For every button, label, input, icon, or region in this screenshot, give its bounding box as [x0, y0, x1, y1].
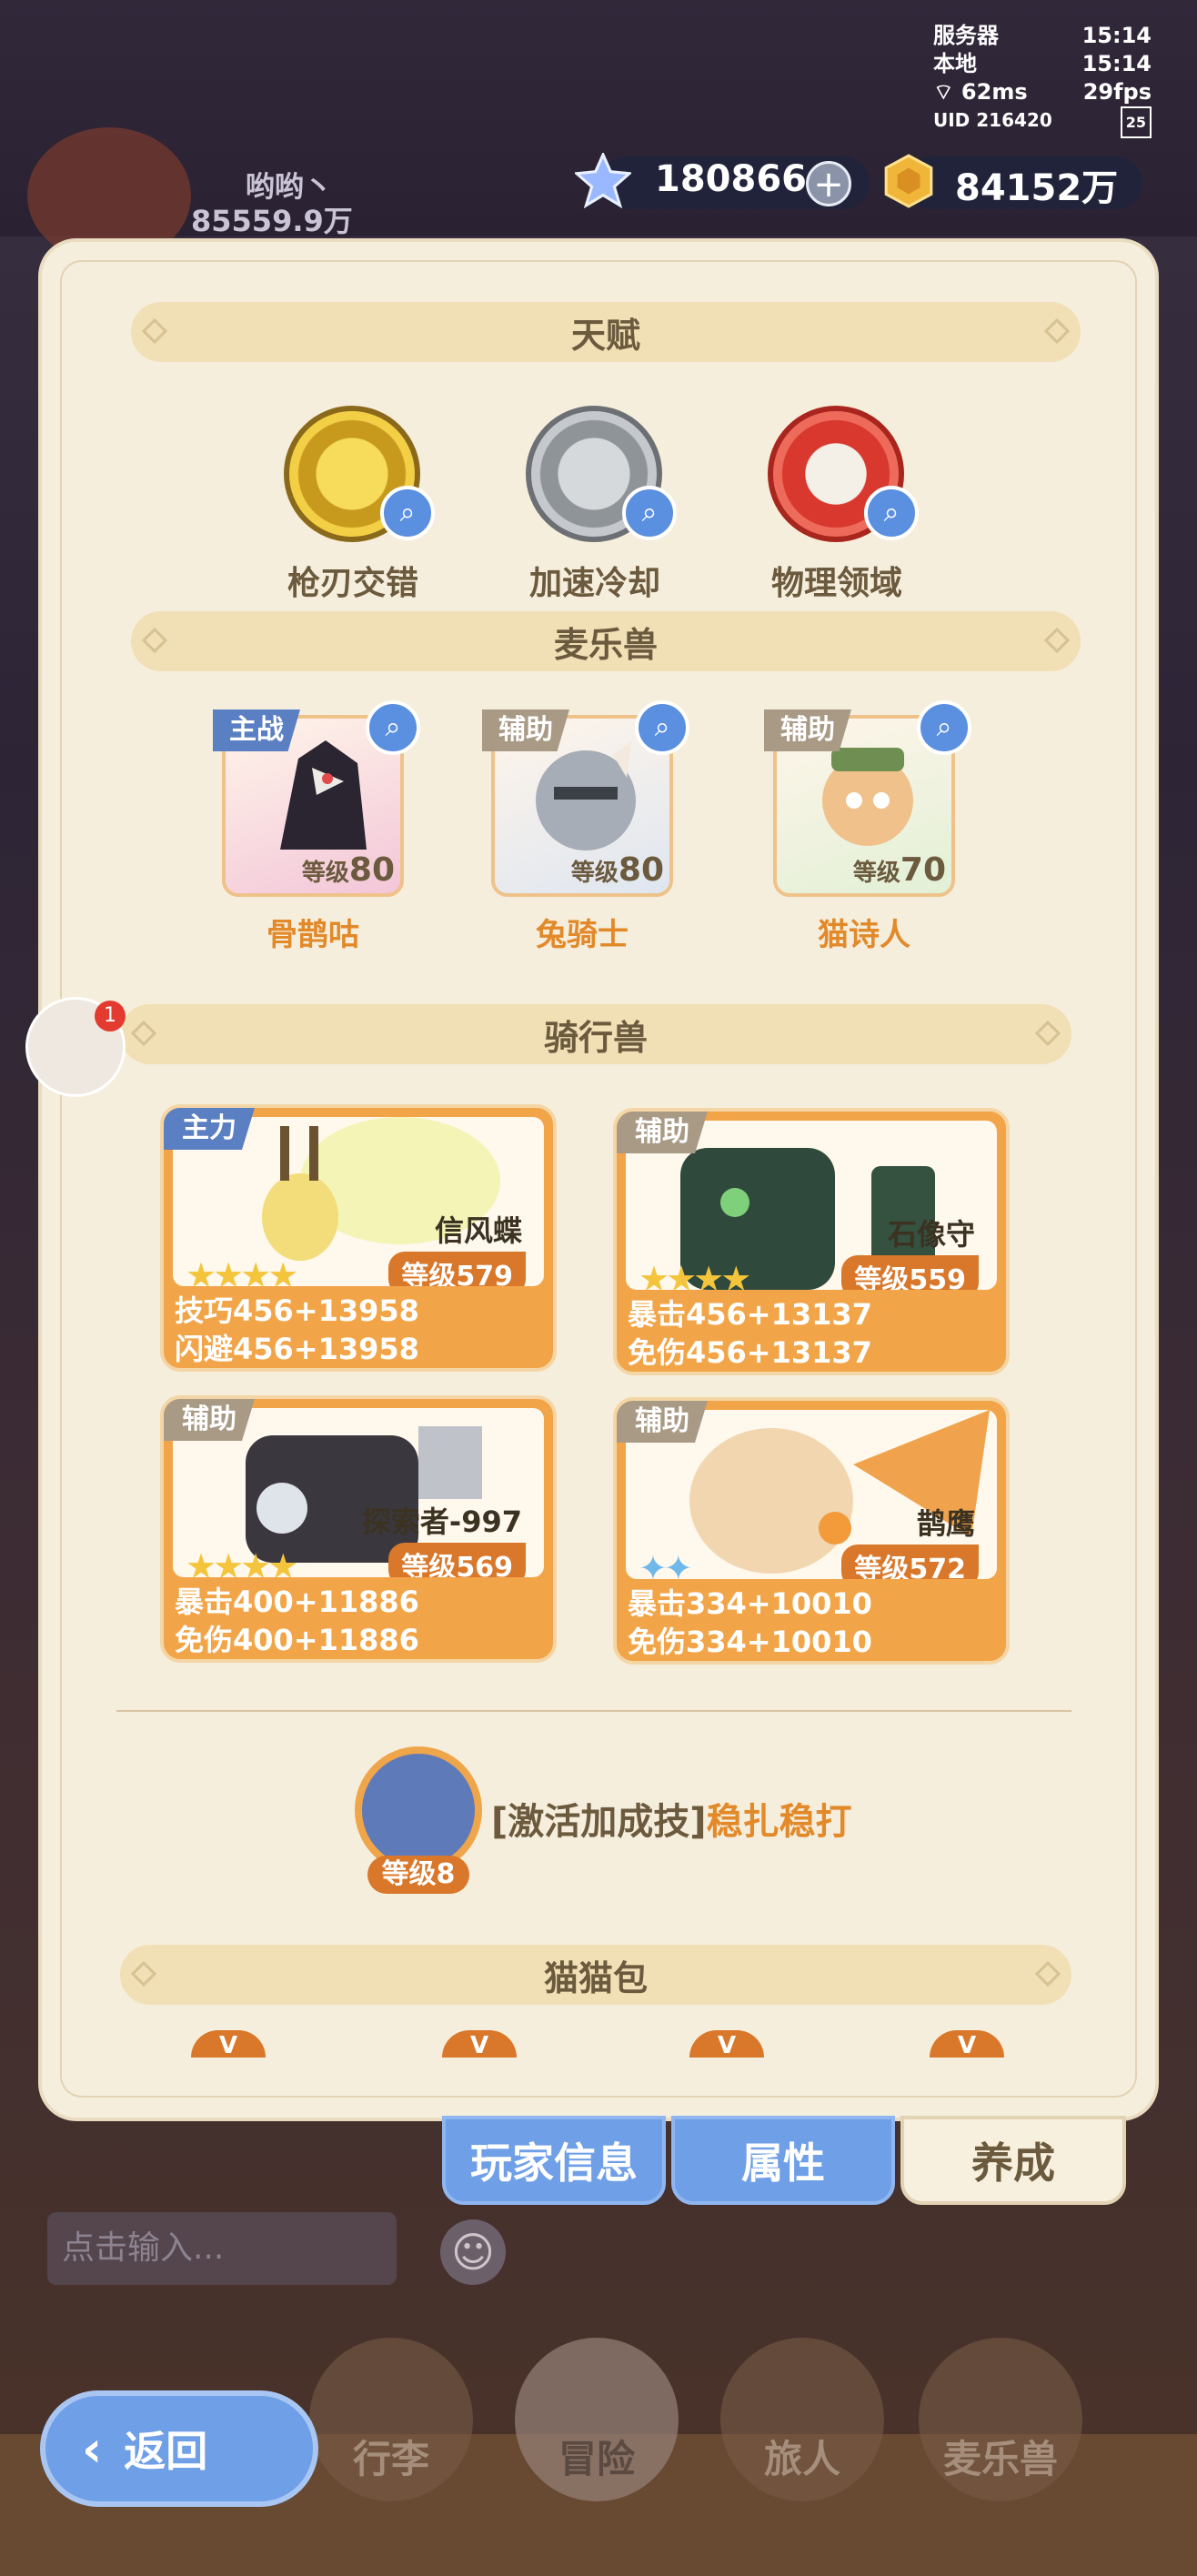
pet-inspect-icon[interactable]: ⌕ — [366, 700, 420, 755]
local-time: 15:14 — [1081, 51, 1152, 76]
talent-inspect-icon[interactable]: ⌕ — [622, 486, 677, 540]
ping-readout: ⌔ 62ms — [933, 79, 1028, 105]
emoji-icon[interactable]: ☺ — [440, 2219, 506, 2285]
diamond-ornament-icon — [141, 317, 168, 345]
diamond-ornament-icon — [1034, 1020, 1061, 1047]
pet-level: 等级70 — [852, 851, 946, 889]
pet-level: 等级80 — [301, 851, 395, 889]
mount-stats: 技巧456+13958 闪避456+13958 — [175, 1292, 419, 1368]
mount-role-tag: 辅助 — [164, 1399, 255, 1441]
mount-stat: 闪避456+13958 — [175, 1332, 419, 1366]
diamond-ornament-icon — [1043, 627, 1071, 654]
pet-level: 等级80 — [570, 851, 664, 889]
status-panel: 服务器 15:14 本地 15:14 ⌔ 62ms 29fps UID 216420 2… — [933, 22, 1152, 138]
section-header-talent: 天赋 — [131, 302, 1081, 362]
uid-readout: UID 216420 — [933, 109, 1052, 131]
nav-inventory-label[interactable]: 行李 — [300, 2429, 482, 2484]
gold-coin-icon — [884, 154, 933, 208]
pet-name: 骨鹊咕 — [267, 917, 359, 953]
pet-inspect-icon[interactable]: ⌕ — [635, 700, 689, 755]
add-gems-button[interactable]: + — [806, 161, 851, 206]
mount-stats: 暴击400+11886 免伤400+11886 — [175, 1583, 419, 1659]
mount-card[interactable]: 信风蝶 等级579 ★★★★ 技巧456+13958 闪避456+13958 主力 — [160, 1104, 557, 1372]
star-rating-icon: ★★★★ — [186, 1255, 298, 1286]
mount-role-tag: 辅助 — [617, 1112, 708, 1153]
pet-portrait-icon — [536, 741, 636, 850]
divider — [116, 1710, 1071, 1712]
pet-inspect-icon[interactable]: ⌕ — [917, 700, 971, 755]
mount-stats: 暴击334+10010 免伤334+10010 — [628, 1585, 872, 1661]
diamond-ornament-icon — [130, 1960, 157, 1987]
back-arrow-icon: ‹ — [82, 2420, 103, 2478]
tab-cultivate[interactable]: 养成 — [900, 2116, 1126, 2205]
skill-avatar[interactable] — [355, 1746, 482, 1874]
mount-role-tag: 辅助 — [617, 1401, 708, 1443]
mount-card[interactable]: 探索者-997 等级569 ★★★★ 暴击400+11886 免伤400+1188… — [160, 1395, 557, 1663]
pet-portrait-icon — [822, 748, 913, 846]
mount-stat: 免伤334+10010 — [628, 1625, 872, 1659]
mount-name: 鹊鹰 — [916, 1506, 975, 1541]
mount-stat: 技巧456+13958 — [175, 1293, 419, 1328]
notification-badge: 1 — [95, 1001, 126, 1031]
diamond-ornament-icon — [1043, 317, 1071, 345]
fps-readout: 29fps — [1082, 79, 1152, 105]
mount-name: 信风蝶 — [434, 1213, 522, 1248]
talent-label: 加速冷却 — [528, 565, 660, 602]
mount-stat: 免伤400+11886 — [175, 1623, 419, 1657]
diamond-ornament-icon — [130, 1020, 157, 1047]
mount-role-tag: 主力 — [164, 1108, 255, 1150]
player-power: 85559.9万 — [191, 204, 353, 238]
local-label: 本地 — [933, 51, 977, 76]
back-label: 返回 — [124, 2427, 208, 2476]
gold-count: 84152万 — [955, 167, 1119, 209]
nav-travelers-label[interactable]: 旅人 — [711, 2429, 893, 2484]
star-rating-icon: ✦✦ — [639, 1548, 693, 1579]
back-button[interactable]: ‹ 返回 — [40, 2390, 318, 2507]
pet-role-tag: 主战 — [213, 709, 300, 751]
nav-pets-label[interactable]: 麦乐兽 — [910, 2429, 1091, 2484]
mount-level: 等级579 — [388, 1252, 526, 1286]
talent-inspect-icon[interactable]: ⌕ — [864, 486, 919, 540]
pet-role-tag: 辅助 — [764, 709, 851, 751]
mount-stat: 暴击400+11886 — [175, 1585, 419, 1619]
pet-name: 兔骑士 — [536, 917, 629, 953]
star-rating-icon: ★★★★ — [186, 1546, 298, 1577]
diamond-ornament-icon — [1034, 1960, 1061, 1987]
mount-stat: 暴击456+13137 — [628, 1297, 872, 1332]
mount-level: 等级569 — [388, 1543, 526, 1577]
section-header-catbag: 猫猫包 — [120, 1945, 1071, 2005]
gem-count: 180866 — [655, 158, 807, 200]
server-label: 服务器 — [933, 23, 999, 48]
mount-level: 等级572 — [841, 1545, 979, 1579]
mount-name: 探索者-997 — [361, 1504, 522, 1539]
section-header-pets: 麦乐兽 — [131, 611, 1081, 671]
mount-card[interactable]: 石像守 等级559 ★★★★ 暴击456+13137 免伤456+13137 辅助 — [613, 1108, 1010, 1375]
pet-name: 猫诗人 — [818, 917, 910, 953]
server-time: 15:14 — [1081, 23, 1152, 48]
pet-role-tag: 辅助 — [482, 709, 569, 751]
tab-player-info[interactable]: 玩家信息 — [442, 2116, 666, 2205]
talent-label: 物理领域 — [770, 565, 902, 602]
mount-stat: 免伤456+13137 — [628, 1335, 872, 1370]
talent-label: 枪刃交错 — [287, 565, 418, 602]
star-rating-icon: ★★★★ — [639, 1259, 751, 1290]
skill-level: 等级8 — [367, 1856, 469, 1894]
mount-card[interactable]: 鹊鹰 等级572 ✦✦ 暴击334+10010 免伤334+10010 辅助 — [613, 1397, 1010, 1665]
gem-icon — [575, 153, 631, 209]
chat-input[interactable]: 点击输入... — [47, 2212, 397, 2285]
skill-label[interactable]: [激活加成技]稳扎稳打 — [491, 1792, 852, 1845]
section-header-mounts: 骑行兽 — [120, 1004, 1071, 1064]
talent-inspect-icon[interactable]: ⌕ — [380, 486, 435, 540]
tab-attributes[interactable]: 属性 — [671, 2116, 895, 2205]
mount-stats: 暴击456+13137 免伤456+13137 — [628, 1295, 872, 1372]
battery-icon: 25 — [1120, 106, 1152, 138]
mount-name: 石像守 — [887, 1217, 975, 1252]
diamond-ornament-icon — [141, 627, 168, 654]
mount-level: 等级559 — [841, 1255, 979, 1290]
mount-stat: 暴击334+10010 — [628, 1586, 872, 1621]
nav-adventure-label[interactable]: 冒险 — [506, 2429, 688, 2484]
